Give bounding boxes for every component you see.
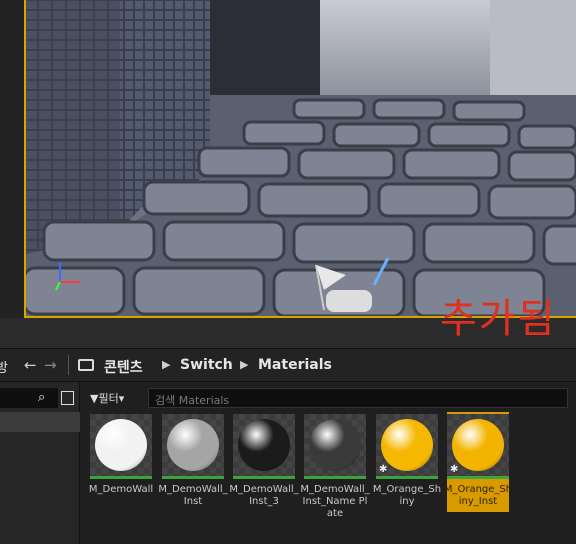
asset-saved-bar xyxy=(304,476,366,479)
sources-search-input[interactable] xyxy=(0,388,58,408)
asset-thumbnail xyxy=(233,414,295,476)
material-sphere-icon xyxy=(381,419,433,471)
folder-icon xyxy=(78,359,94,371)
search-icon[interactable]: ⌕ xyxy=(38,390,45,405)
breadcrumb-switch[interactable]: Switch xyxy=(180,357,233,373)
back-arrow-icon[interactable]: ← xyxy=(24,356,37,374)
asset-saved-bar xyxy=(447,476,509,479)
material-sphere-icon xyxy=(238,419,290,471)
forward-arrow-icon[interactable]: → xyxy=(44,356,57,374)
asset-tile[interactable]: M_DemoWall_Inst_Name Plate xyxy=(300,412,370,519)
asset-tile[interactable]: M_DemoWall_Inst xyxy=(158,412,228,512)
asset-saved-bar xyxy=(376,476,438,479)
material-sphere-icon xyxy=(167,419,219,471)
asset-tile[interactable]: ✱ M_Orange_Shiny_Inst xyxy=(444,412,512,512)
asset-saved-bar xyxy=(90,476,152,479)
asset-name: M_Orange_Shiny xyxy=(372,484,442,507)
material-sphere-icon xyxy=(95,419,147,471)
instance-badge-icon: ✱ xyxy=(450,464,459,475)
sources-selected-row[interactable] xyxy=(0,412,80,432)
material-sphere-icon xyxy=(452,419,504,471)
list-view-icon[interactable] xyxy=(61,391,74,405)
chevron-right-icon[interactable]: ▶ xyxy=(162,358,170,371)
breadcrumb-content[interactable]: 콘텐츠 xyxy=(104,357,143,377)
asset-tile[interactable]: M_DemoWall_Inst_3 xyxy=(229,412,299,512)
nav-divider xyxy=(68,355,69,375)
breadcrumb-materials[interactable]: Materials xyxy=(258,357,332,373)
asset-name: M_Orange_Shiny_Inst xyxy=(443,484,513,507)
asset-thumbnail xyxy=(90,414,152,476)
asset-name: M_DemoWall xyxy=(88,484,154,495)
viewport-selection-frame xyxy=(24,0,576,318)
level-viewport[interactable] xyxy=(0,0,576,318)
asset-saved-bar xyxy=(162,476,224,479)
truncated-label: 방 xyxy=(0,361,8,376)
filter-label: 필터 xyxy=(98,392,119,405)
asset-name: M_DemoWall_Inst xyxy=(158,484,228,507)
asset-thumbnail xyxy=(304,414,366,476)
viewport-side-panel xyxy=(0,0,24,318)
asset-name: M_DemoWall_Inst_3 xyxy=(229,484,299,507)
asset-saved-bar xyxy=(233,476,295,479)
asset-thumbnail xyxy=(162,414,224,476)
instance-badge-icon: ✱ xyxy=(379,464,388,475)
asset-tile[interactable]: M_DemoWall xyxy=(89,412,153,512)
asset-thumbnail: ✱ xyxy=(376,414,438,476)
asset-thumbnail: ✱ xyxy=(447,414,509,476)
asset-tile[interactable]: ✱ M_Orange_Shiny xyxy=(373,412,441,512)
filter-button[interactable]: ▼필터▾ xyxy=(90,390,124,406)
asset-search-input[interactable]: 검색 Materials xyxy=(148,388,568,408)
asset-name: M_DemoWall_Inst_Name Plate xyxy=(300,484,370,519)
sources-panel: ⌕ xyxy=(0,382,80,544)
content-browser-navbar: 방 ← → 콘텐츠 ▶ Switch ▶ Materials xyxy=(0,348,576,382)
material-sphere-icon xyxy=(309,419,361,471)
handwritten-annotation: 추가됨 xyxy=(440,296,557,342)
asset-view: ▼필터▾ 검색 Materials M_DemoWall M_DemoWall_I… xyxy=(80,382,576,544)
chevron-right-icon[interactable]: ▶ xyxy=(240,358,248,371)
